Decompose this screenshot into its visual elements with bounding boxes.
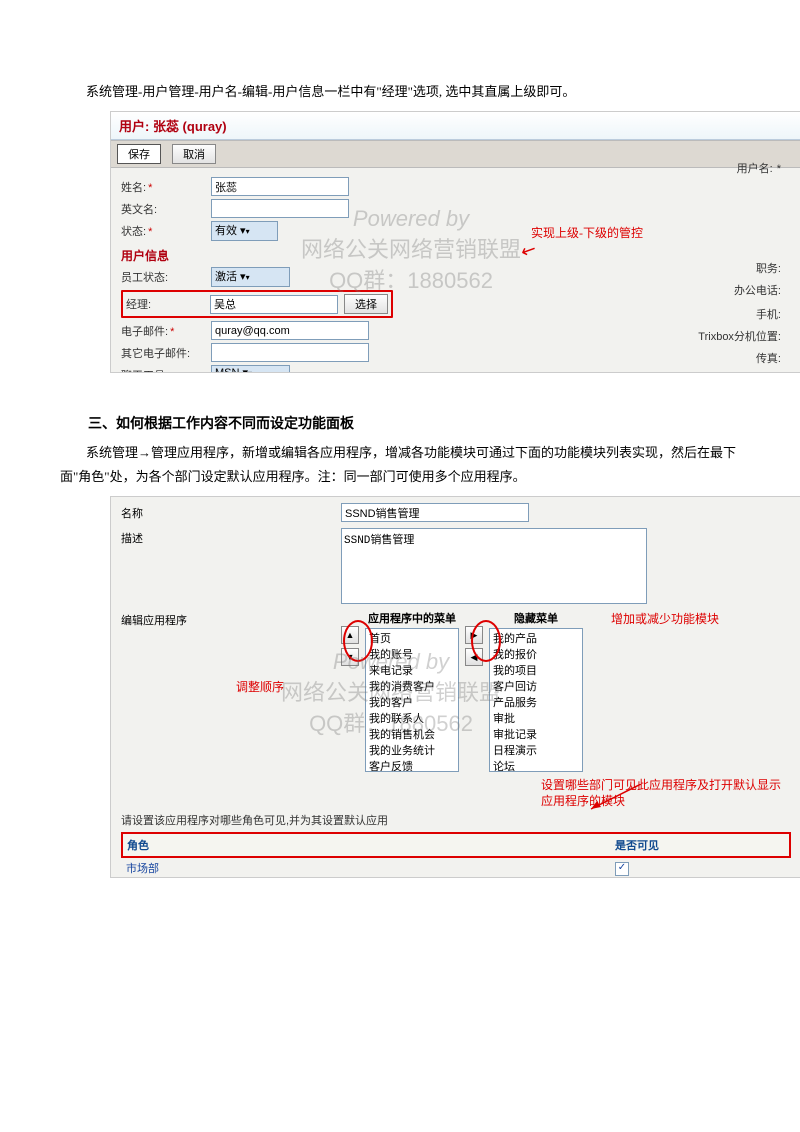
label-name: 姓名:*: [121, 179, 211, 195]
label-office-tel: 办公电话:: [734, 282, 781, 298]
role-table: 角色 是否可见 市场部✓设计部财务部: [121, 832, 791, 878]
label-duty: 职务:: [756, 260, 781, 276]
col-role: 角色: [122, 833, 611, 857]
intro-paragraph: 系统管理-用户管理-用户名-编辑-用户信息一栏中有"经理"选项, 选中其直属上级…: [60, 80, 740, 103]
toolbar: 保存 取消: [111, 140, 800, 168]
label-manager: 经理:: [126, 296, 210, 312]
manager-highlight: 经理: 选择: [121, 290, 393, 318]
label-edit-app: 编辑应用程序: [121, 610, 221, 628]
list-right-header: 隐藏菜单: [489, 610, 583, 628]
app-desc-textarea[interactable]: SSND销售管理: [341, 528, 647, 604]
list-item[interactable]: 我的账号: [367, 646, 457, 662]
window-title: 用户: 张蕊 (quray): [111, 112, 800, 140]
section-user-info: 用户信息: [121, 247, 791, 264]
section-heading-3: 三、如何根据工作内容不同而设定功能面板: [60, 413, 740, 433]
list-item[interactable]: 我的报价: [491, 646, 581, 662]
list-item[interactable]: 客户回访: [491, 678, 581, 694]
callout-reorder: 调整顺序: [236, 680, 284, 696]
label-app-desc: 描述: [121, 528, 221, 546]
circle-annotation-move: [471, 620, 501, 662]
select-button[interactable]: 选择: [344, 294, 388, 314]
label-username: 用户名:*: [737, 160, 781, 176]
save-button[interactable]: 保存: [117, 144, 161, 164]
list-item[interactable]: 审批: [491, 710, 581, 726]
list-item[interactable]: 客户反馈: [367, 758, 457, 772]
app-name-input[interactable]: [341, 503, 529, 522]
list-item[interactable]: 日程演示: [491, 742, 581, 758]
list-item[interactable]: 审批记录: [491, 726, 581, 742]
email-input[interactable]: [211, 321, 369, 340]
list-item[interactable]: 我的消费客户: [367, 678, 457, 694]
ename-input[interactable]: [211, 199, 349, 218]
list-item[interactable]: 来电记录: [367, 662, 457, 678]
visibility-note: 请设置该应用程序对哪些角色可见,并为其设置默认应用: [121, 812, 791, 828]
callout-supervisor: 实现上级-下级的管控: [531, 224, 643, 241]
label-chat: 聊天工具:: [121, 367, 211, 373]
list-item[interactable]: 我的业务统计: [367, 742, 457, 758]
list-left-header: 应用程序中的菜单: [365, 610, 459, 628]
callout-visibility: 设置哪些部门可见此应用程序及打开默认显示应用程序的模块: [541, 778, 791, 809]
role-cell: 市场部: [122, 857, 611, 878]
manager-input[interactable]: [210, 295, 338, 314]
list-item[interactable]: 我的销售机会: [367, 726, 457, 742]
circle-annotation-reorder: [343, 620, 373, 662]
list-item[interactable]: 首页: [367, 630, 457, 646]
cancel-button[interactable]: 取消: [172, 144, 216, 164]
chat-select[interactable]: MSN ▾: [211, 365, 290, 373]
name-input[interactable]: [211, 177, 349, 196]
label-ename: 英文名:: [121, 201, 211, 217]
list-item[interactable]: 我的客户: [367, 694, 457, 710]
visible-checkbox[interactable]: ✓: [615, 862, 629, 876]
callout-addremove: 增加或减少功能模块: [611, 612, 719, 628]
list-item[interactable]: 论坛: [491, 758, 581, 772]
label-fax: 传真:: [756, 350, 781, 366]
list-item[interactable]: 我的项目: [491, 662, 581, 678]
label-trixbox: Trixbox分机位置:: [698, 328, 781, 344]
menu-list-left[interactable]: 首页我的账号来电记录我的消费客户我的客户我的联系人我的销售机会我的业务统计客户反…: [365, 628, 459, 772]
emp-status-select[interactable]: 激活 ▾: [211, 267, 290, 287]
list-item[interactable]: 我的产品: [491, 630, 581, 646]
list-item[interactable]: 产品服务: [491, 694, 581, 710]
list-item[interactable]: 我的联系人: [367, 710, 457, 726]
label-status: 状态:*: [121, 223, 211, 239]
other-email-input[interactable]: [211, 343, 369, 362]
screenshot-app-edit: 名称 描述 SSND销售管理 编辑应用程序 ▲ ▼ 应用程序中的菜单 首页我的账…: [110, 496, 800, 878]
section3-paragraph: 系统管理→管理应用程序，新增或编辑各应用程序，增减各功能模块可通过下面的功能模块…: [60, 441, 740, 488]
col-visible: 是否可见: [611, 833, 790, 857]
table-row: 市场部 ✓: [122, 857, 790, 878]
screenshot-user-edit: 用户: 张蕊 (quray) 保存 取消 姓名:* 用户名:* 英文名: 状态:…: [110, 111, 800, 373]
label-app-name: 名称: [121, 503, 221, 521]
label-other-email: 其它电子邮件:: [121, 345, 211, 361]
label-emp-status: 员工状态:: [121, 269, 211, 285]
label-email: 电子邮件:*: [121, 323, 211, 339]
arrow-icon: [581, 784, 661, 814]
status-select[interactable]: 有效 ▾: [211, 221, 278, 241]
label-mobile: 手机:: [756, 306, 781, 322]
menu-list-right[interactable]: 我的产品我的报价我的项目客户回访产品服务审批审批记录日程演示论坛论坛话题: [489, 628, 583, 772]
